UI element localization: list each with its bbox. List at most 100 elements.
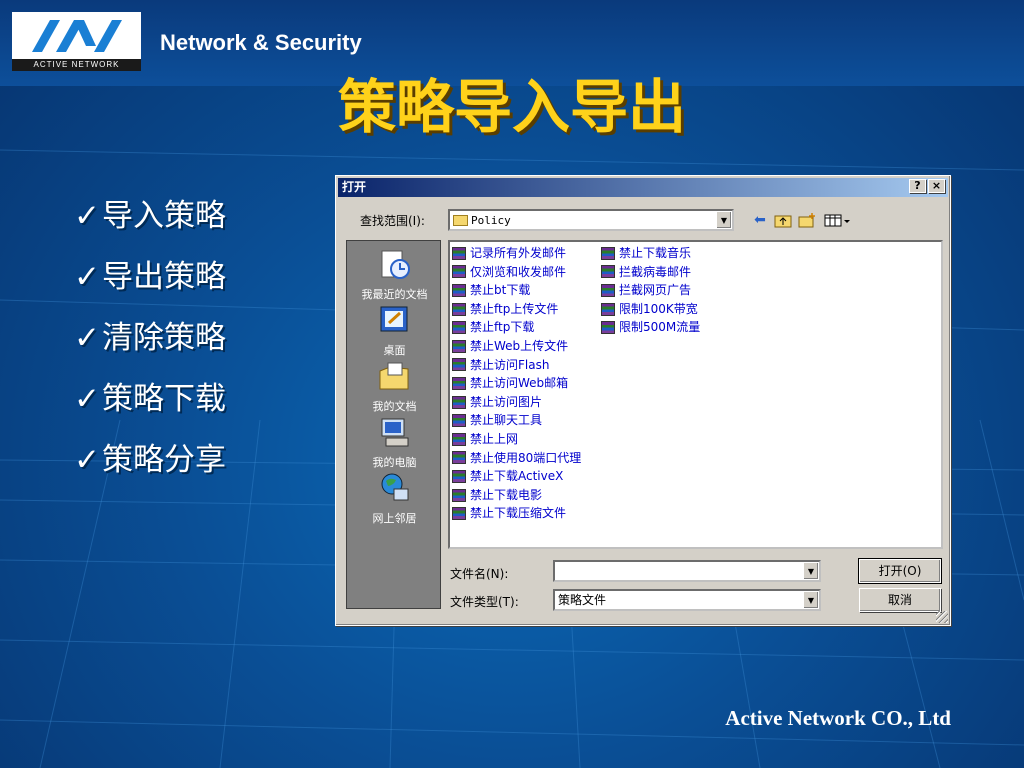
file-item[interactable]: 禁止ftp下载 (452, 318, 581, 337)
archive-file-icon (452, 451, 466, 465)
new-folder-icon[interactable] (798, 212, 816, 228)
file-item[interactable]: 限制500M流量 (601, 318, 700, 337)
lookin-value: Policy (471, 214, 511, 227)
file-name: 禁止Web上传文件 (470, 338, 569, 353)
slide-title: 策略导入导出 (337, 73, 686, 141)
place-label: 我的电脑 (372, 456, 417, 469)
file-item[interactable]: 禁止下载音乐 (601, 244, 700, 263)
file-item[interactable]: 禁止下载压缩文件 (452, 504, 581, 523)
archive-file-icon (452, 302, 466, 316)
file-item[interactable]: 禁止访问Web邮箱 (452, 374, 581, 393)
bullet-label: 清除策略 (101, 320, 226, 356)
bullet-item: ✓策略分享 (74, 440, 226, 501)
place-desktop[interactable]: 桌面 (347, 303, 442, 358)
file-name: 禁止下载音乐 (619, 246, 692, 260)
desktop-icon (380, 306, 407, 332)
recent-documents-icon (381, 250, 410, 279)
file-name: 禁止访问Web邮箱 (470, 376, 569, 391)
check-icon: ✓ (74, 381, 100, 417)
archive-file-icon (452, 283, 466, 297)
file-name: 拦截病毒邮件 (619, 264, 692, 279)
chevron-down-icon[interactable]: ▼ (803, 562, 819, 580)
file-item[interactable]: 禁止ftp上传文件 (452, 300, 581, 319)
open-file-dialog: 打开 ? × 查找范围(I): Policy ▼ ⬅ 我最近的文档 桌面 我的文… (335, 175, 951, 626)
file-column: 记录所有外发邮件 仅浏览和收发邮件 禁止bt下载 禁止ftp上传文件 禁止ftp下载 禁止… (452, 244, 581, 523)
file-item[interactable]: 拦截病毒邮件 (601, 263, 700, 282)
file-name: 限制100K带宽 (619, 301, 698, 316)
filetype-value: 策略文件 (558, 593, 607, 607)
bullet-label: 导入策略 (101, 198, 226, 234)
cancel-button[interactable]: 取消 (859, 588, 941, 612)
file-name: 仅浏览和收发邮件 (470, 264, 567, 279)
place-my-computer[interactable]: 我的电脑 (347, 415, 442, 470)
file-name: 禁止使用80端口代理 (470, 450, 582, 465)
file-item[interactable]: 禁止Web上传文件 (452, 337, 581, 356)
archive-file-icon (601, 246, 615, 260)
file-column: 禁止下载音乐 拦截病毒邮件拦截网页广告 限制100K带宽 限制500M流量 (601, 244, 700, 337)
file-item[interactable]: 禁止下载电影 (452, 486, 581, 505)
archive-file-icon (452, 395, 466, 409)
archive-file-icon (452, 246, 466, 260)
my-computer-icon (381, 418, 408, 447)
archive-file-icon (601, 302, 615, 316)
file-name: 记录所有外发邮件 (470, 246, 567, 260)
place-label: 我最近的文档 (361, 288, 428, 301)
filetype-label: 文件类型(T): (450, 595, 519, 609)
help-button[interactable]: ? (909, 179, 926, 193)
feature-list: ✓导入策略 ✓导出策略 ✓清除策略 ✓策略下载 ✓策略分享 (74, 196, 226, 501)
dialog-titlebar[interactable]: 打开 (338, 178, 948, 197)
check-icon: ✓ (74, 320, 100, 356)
bullet-item: ✓导出策略 (74, 257, 226, 318)
file-name: 禁止聊天工具 (470, 413, 543, 428)
archive-file-icon (452, 358, 466, 372)
place-label: 我的文档 (372, 400, 417, 413)
file-name: 禁止访问Flash (470, 357, 550, 372)
archive-file-icon (452, 321, 466, 335)
archive-file-icon (452, 376, 466, 390)
check-icon: ✓ (74, 259, 100, 295)
view-menu-icon[interactable] (824, 212, 852, 228)
bullet-item: ✓导入策略 (74, 196, 226, 257)
filetype-select[interactable]: 策略文件 ▼ (553, 589, 821, 611)
filename-input[interactable]: ▼ (553, 560, 821, 582)
file-item[interactable]: 禁止使用80端口代理 (452, 449, 581, 468)
archive-file-icon (601, 321, 615, 335)
back-arrow-icon[interactable]: ⬅ (751, 212, 769, 228)
file-item[interactable]: 禁止访问Flash (452, 356, 581, 375)
file-item[interactable]: 禁止上网 (452, 430, 581, 449)
file-item[interactable]: 记录所有外发邮件 (452, 244, 581, 263)
archive-file-icon (452, 432, 466, 446)
place-recent[interactable]: 我最近的文档 (347, 247, 442, 302)
bullet-item: ✓策略下载 (74, 379, 226, 440)
archive-file-icon (452, 339, 466, 353)
chevron-down-icon[interactable]: ▼ (803, 591, 819, 609)
place-my-documents[interactable]: 我的文档 (347, 359, 442, 414)
brand-tagline: Network & Security (160, 30, 362, 55)
archive-file-icon (601, 265, 615, 279)
place-network[interactable]: 网上邻居 (347, 471, 442, 526)
logo-mark-icon (32, 20, 122, 52)
filename-label: 文件名(N): (450, 567, 509, 581)
check-icon: ✓ (74, 442, 100, 478)
file-item[interactable]: 禁止聊天工具 (452, 411, 581, 430)
bullet-item: ✓清除策略 (74, 318, 226, 379)
close-button[interactable]: × (928, 179, 945, 193)
file-item[interactable]: 拦截网页广告 (601, 281, 700, 300)
file-item[interactable]: 仅浏览和收发邮件 (452, 263, 581, 282)
resize-grip-icon[interactable] (936, 611, 948, 623)
lookin-combo[interactable]: Policy ▼ (448, 209, 734, 231)
file-item[interactable]: 限制100K带宽 (601, 300, 700, 319)
file-name: 限制500M流量 (619, 320, 701, 335)
file-item[interactable]: 禁止bt下载 (452, 281, 581, 300)
lookin-label: 查找范围(I): (360, 214, 425, 228)
chevron-down-icon[interactable]: ▼ (716, 211, 732, 229)
open-button[interactable]: 打开(O) (858, 558, 942, 584)
bullet-label: 策略下载 (101, 381, 226, 417)
file-item[interactable]: 禁止访问图片 (452, 393, 581, 412)
bullet-label: 策略分享 (101, 442, 226, 478)
archive-file-icon (452, 469, 466, 483)
file-list[interactable]: 记录所有外发邮件 仅浏览和收发邮件 禁止bt下载 禁止ftp上传文件 禁止ftp下载 禁止… (448, 240, 943, 549)
file-item[interactable]: 禁止下载ActiveX (452, 467, 581, 486)
file-name: 禁止上网 (470, 431, 519, 446)
up-folder-icon[interactable] (774, 212, 792, 228)
